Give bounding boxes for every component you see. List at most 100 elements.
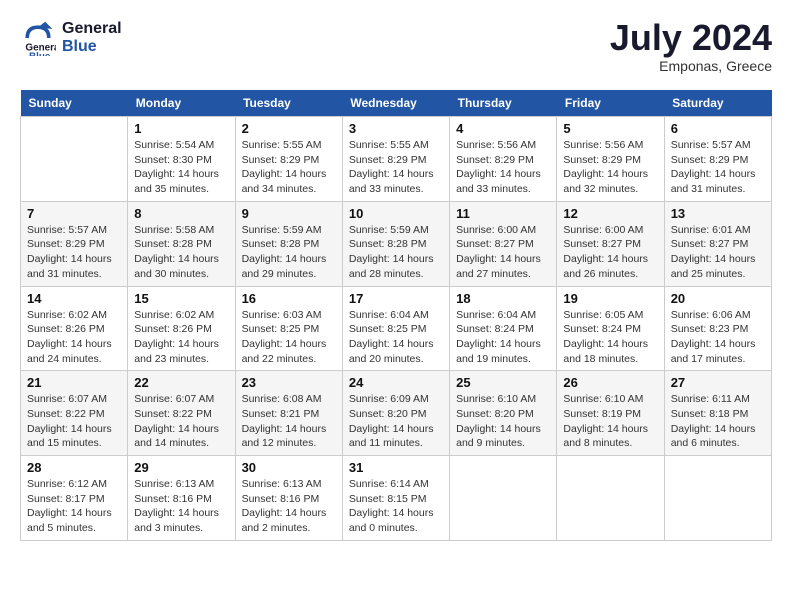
day-cell: 8 Sunrise: 5:58 AM Sunset: 8:28 PM Daylig… (128, 201, 235, 286)
col-header-monday: Monday (128, 90, 235, 117)
day-number: 10 (349, 206, 443, 221)
day-number: 11 (456, 206, 550, 221)
day-info: Sunrise: 5:54 AM Sunset: 8:30 PM Dayligh… (134, 138, 228, 197)
day-cell: 2 Sunrise: 5:55 AM Sunset: 8:29 PM Daylig… (235, 117, 342, 202)
day-cell: 13 Sunrise: 6:01 AM Sunset: 8:27 PM Dayli… (664, 201, 771, 286)
location-subtitle: Emponas, Greece (610, 58, 772, 74)
logo-general: General (62, 20, 122, 38)
day-number: 13 (671, 206, 765, 221)
day-info: Sunrise: 6:05 AM Sunset: 8:24 PM Dayligh… (563, 308, 657, 367)
day-cell: 10Sunrise: 5:59 AM Sunset: 8:28 PM Dayli… (342, 201, 449, 286)
day-cell (557, 456, 664, 541)
day-number: 30 (242, 460, 336, 475)
day-cell: 19 Sunrise: 6:05 AM Sunset: 8:24 PM Dayli… (557, 286, 664, 371)
logo-icon: General Blue (20, 20, 56, 56)
day-number: 27 (671, 375, 765, 390)
day-info: Sunrise: 6:08 AM Sunset: 8:21 PM Dayligh… (242, 392, 336, 451)
day-number: 4 (456, 121, 550, 136)
day-info: Sunrise: 6:02 AM Sunset: 8:26 PM Dayligh… (27, 308, 121, 367)
col-header-saturday: Saturday (664, 90, 771, 117)
day-cell: 28 Sunrise: 6:12 AM Sunset: 8:17 PM Dayli… (21, 456, 128, 541)
day-info: Sunrise: 6:12 AM Sunset: 8:17 PM Dayligh… (27, 477, 121, 536)
day-number: 8 (134, 206, 228, 221)
day-cell: 17Sunrise: 6:04 AM Sunset: 8:25 PM Dayli… (342, 286, 449, 371)
day-cell (21, 117, 128, 202)
day-number: 20 (671, 291, 765, 306)
day-cell: 30 Sunrise: 6:13 AM Sunset: 8:16 PM Dayli… (235, 456, 342, 541)
week-row-1: 1 Sunrise: 5:54 AM Sunset: 8:30 PM Daylig… (21, 117, 772, 202)
day-cell (664, 456, 771, 541)
col-header-wednesday: Wednesday (342, 90, 449, 117)
day-cell (450, 456, 557, 541)
day-info: Sunrise: 6:09 AM Sunset: 8:20 PM Dayligh… (349, 392, 443, 451)
day-info: Sunrise: 6:01 AM Sunset: 8:27 PM Dayligh… (671, 223, 765, 282)
week-row-4: 21 Sunrise: 6:07 AM Sunset: 8:22 PM Dayli… (21, 371, 772, 456)
day-cell: 18Sunrise: 6:04 AM Sunset: 8:24 PM Dayli… (450, 286, 557, 371)
day-cell: 31 Sunrise: 6:14 AM Sunset: 8:15 PM Dayli… (342, 456, 449, 541)
week-row-3: 14 Sunrise: 6:02 AM Sunset: 8:26 PM Dayli… (21, 286, 772, 371)
day-info: Sunrise: 5:58 AM Sunset: 8:28 PM Dayligh… (134, 223, 228, 282)
day-info: Sunrise: 6:07 AM Sunset: 8:22 PM Dayligh… (134, 392, 228, 451)
day-info: Sunrise: 6:00 AM Sunset: 8:27 PM Dayligh… (456, 223, 550, 282)
day-cell: 29 Sunrise: 6:13 AM Sunset: 8:16 PM Dayli… (128, 456, 235, 541)
col-header-friday: Friday (557, 90, 664, 117)
day-number: 5 (563, 121, 657, 136)
day-info: Sunrise: 6:10 AM Sunset: 8:20 PM Dayligh… (456, 392, 550, 451)
col-header-thursday: Thursday (450, 90, 557, 117)
logo-blue: Blue (62, 38, 122, 56)
day-number: 31 (349, 460, 443, 475)
day-info: Sunrise: 5:55 AM Sunset: 8:29 PM Dayligh… (349, 138, 443, 197)
day-number: 2 (242, 121, 336, 136)
day-number: 15 (134, 291, 228, 306)
col-header-sunday: Sunday (21, 90, 128, 117)
svg-text:Blue: Blue (29, 52, 51, 56)
day-number: 1 (134, 121, 228, 136)
logo: General Blue General Blue (20, 20, 122, 56)
day-number: 29 (134, 460, 228, 475)
day-info: Sunrise: 5:56 AM Sunset: 8:29 PM Dayligh… (563, 138, 657, 197)
day-info: Sunrise: 6:14 AM Sunset: 8:15 PM Dayligh… (349, 477, 443, 536)
day-number: 21 (27, 375, 121, 390)
calendar-table: SundayMondayTuesdayWednesdayThursdayFrid… (20, 90, 772, 541)
day-info: Sunrise: 6:03 AM Sunset: 8:25 PM Dayligh… (242, 308, 336, 367)
title-block: July 2024 Emponas, Greece (610, 20, 772, 74)
day-cell: 1 Sunrise: 5:54 AM Sunset: 8:30 PM Daylig… (128, 117, 235, 202)
day-cell: 7Sunrise: 5:57 AM Sunset: 8:29 PM Daylig… (21, 201, 128, 286)
day-number: 19 (563, 291, 657, 306)
day-number: 24 (349, 375, 443, 390)
day-cell: 3Sunrise: 5:55 AM Sunset: 8:29 PM Daylig… (342, 117, 449, 202)
day-number: 23 (242, 375, 336, 390)
day-cell: 23 Sunrise: 6:08 AM Sunset: 8:21 PM Dayli… (235, 371, 342, 456)
day-cell: 11 Sunrise: 6:00 AM Sunset: 8:27 PM Dayli… (450, 201, 557, 286)
day-number: 16 (242, 291, 336, 306)
day-info: Sunrise: 6:00 AM Sunset: 8:27 PM Dayligh… (563, 223, 657, 282)
day-number: 22 (134, 375, 228, 390)
header-row: SundayMondayTuesdayWednesdayThursdayFrid… (21, 90, 772, 117)
month-title: July 2024 (610, 20, 772, 56)
day-cell: 5 Sunrise: 5:56 AM Sunset: 8:29 PM Daylig… (557, 117, 664, 202)
day-number: 14 (27, 291, 121, 306)
day-cell: 24 Sunrise: 6:09 AM Sunset: 8:20 PM Dayli… (342, 371, 449, 456)
day-info: Sunrise: 5:57 AM Sunset: 8:29 PM Dayligh… (671, 138, 765, 197)
day-cell: 15Sunrise: 6:02 AM Sunset: 8:26 PM Dayli… (128, 286, 235, 371)
day-number: 12 (563, 206, 657, 221)
day-cell: 16 Sunrise: 6:03 AM Sunset: 8:25 PM Dayli… (235, 286, 342, 371)
day-number: 9 (242, 206, 336, 221)
day-cell: 20Sunrise: 6:06 AM Sunset: 8:23 PM Dayli… (664, 286, 771, 371)
day-number: 26 (563, 375, 657, 390)
day-cell: 9 Sunrise: 5:59 AM Sunset: 8:28 PM Daylig… (235, 201, 342, 286)
day-info: Sunrise: 6:13 AM Sunset: 8:16 PM Dayligh… (134, 477, 228, 536)
day-cell: 25 Sunrise: 6:10 AM Sunset: 8:20 PM Dayli… (450, 371, 557, 456)
day-number: 18 (456, 291, 550, 306)
day-number: 17 (349, 291, 443, 306)
day-number: 25 (456, 375, 550, 390)
day-number: 7 (27, 206, 121, 221)
day-number: 28 (27, 460, 121, 475)
day-info: Sunrise: 6:13 AM Sunset: 8:16 PM Dayligh… (242, 477, 336, 536)
day-info: Sunrise: 5:55 AM Sunset: 8:29 PM Dayligh… (242, 138, 336, 197)
day-cell: 6Sunrise: 5:57 AM Sunset: 8:29 PM Daylig… (664, 117, 771, 202)
day-info: Sunrise: 5:59 AM Sunset: 8:28 PM Dayligh… (242, 223, 336, 282)
week-row-2: 7Sunrise: 5:57 AM Sunset: 8:29 PM Daylig… (21, 201, 772, 286)
page-header: General Blue General Blue July 2024 Empo… (20, 20, 772, 74)
day-info: Sunrise: 5:56 AM Sunset: 8:29 PM Dayligh… (456, 138, 550, 197)
